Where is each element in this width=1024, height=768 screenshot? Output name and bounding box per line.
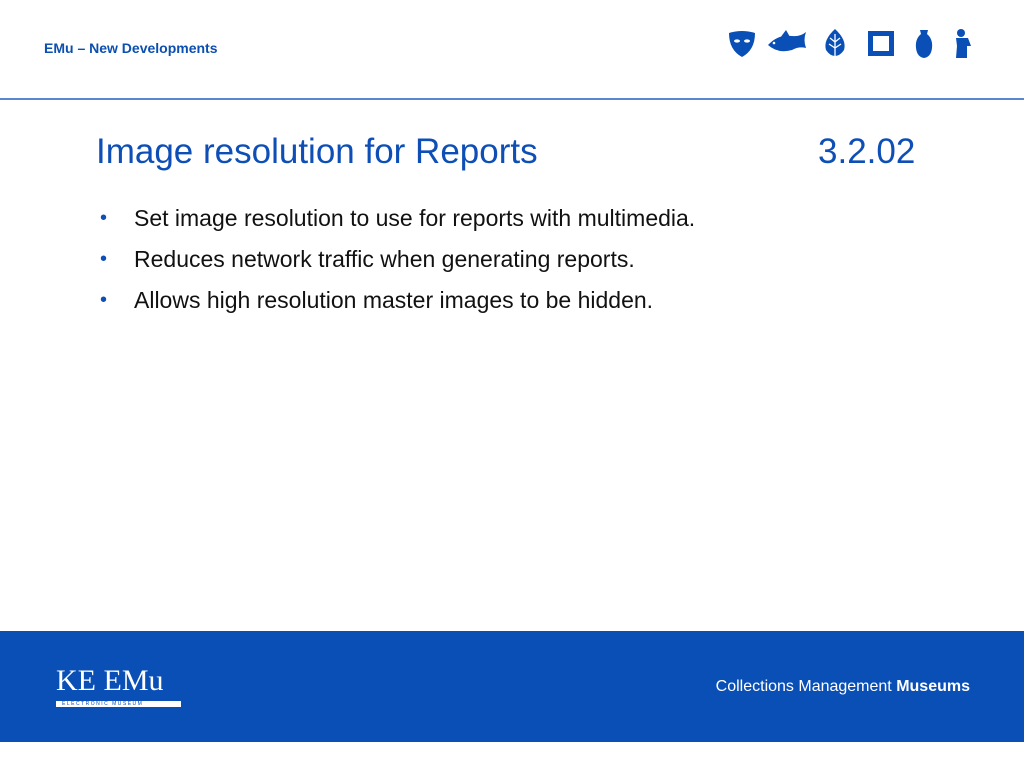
ke-emu-logo: KE EMu ELECTRONIC MUSEUM <box>56 665 186 710</box>
slide-title: Image resolution for Reports <box>96 132 538 171</box>
header-title: EMu – New Developments <box>44 40 218 56</box>
footer-band: KE EMu ELECTRONIC MUSEUM Collections Man… <box>0 631 1024 742</box>
bullet-symbol: • <box>100 248 108 270</box>
frame-icon <box>868 31 894 56</box>
logo-text: KE EMu <box>56 664 164 697</box>
header-divider <box>0 98 1024 100</box>
fish-icon <box>768 30 806 52</box>
bullet-list: • Set image resolution to use for report… <box>96 205 695 328</box>
bullet-text: Reduces network traffic when generating … <box>134 246 635 272</box>
bullet-item: • Allows high resolution master images t… <box>96 287 695 328</box>
bullet-symbol: • <box>100 207 108 229</box>
vase-icon <box>915 30 933 58</box>
tagline-bold: Museums <box>896 678 970 695</box>
tagline-regular: Collections Management <box>715 678 897 695</box>
footer-tagline: Collections Management Museums <box>716 678 970 696</box>
collection-icons <box>726 26 976 62</box>
bullet-text: Allows high resolution master images to … <box>134 287 654 313</box>
bullet-text: Set image resolution to use for reports … <box>134 205 696 231</box>
slide-number: 3.2.02 <box>818 132 916 171</box>
bullet-item: • Set image resolution to use for report… <box>96 205 695 246</box>
statue-icon <box>956 29 971 58</box>
bullet-symbol: • <box>100 289 108 311</box>
mask-icon <box>729 31 755 57</box>
leaf-icon <box>825 29 845 60</box>
logo-subtext: ELECTRONIC MUSEUM <box>62 701 144 707</box>
bullet-item: • Reduces network traffic when generatin… <box>96 246 695 287</box>
